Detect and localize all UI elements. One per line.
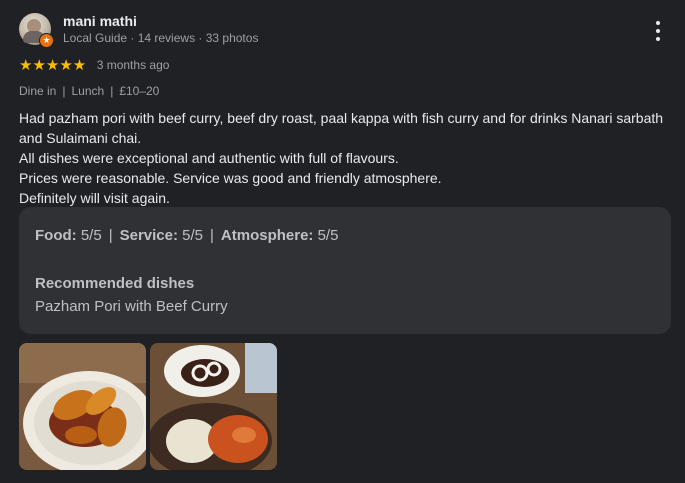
review-photo-2[interactable] — [150, 343, 277, 470]
service-type: Dine in — [19, 84, 57, 98]
reviewer-name[interactable]: mani mathi — [63, 13, 137, 29]
review-line: Definitely will visit again. — [19, 190, 170, 206]
user-avatar[interactable]: ★ — [19, 13, 54, 48]
review-text: Had pazham pori with beef curry, beef dr… — [19, 108, 669, 208]
local-guide-star-icon: ★ — [39, 33, 54, 48]
visit-meta: Dine in | Lunch | £10–20 — [19, 84, 159, 98]
review-line: Had pazham pori with beef curry, beef dr… — [19, 110, 664, 146]
atmosphere-label: Atmosphere: — [220, 227, 314, 244]
atmosphere-score: 5/5 — [317, 227, 339, 244]
recommended-dishes-title: Recommended dishes — [35, 275, 195, 292]
rating-row: ★★★★★ 3 months ago — [19, 56, 169, 74]
review-photo-1[interactable] — [19, 343, 146, 470]
food-label: Food: — [35, 227, 77, 244]
review-line: Prices were reasonable. Service was good… — [19, 170, 442, 186]
score-separator: | — [108, 227, 113, 244]
review-line: All dishes were exceptional and authenti… — [19, 150, 399, 166]
reviewer-stats: Local Guide · 14 reviews · 33 photos — [63, 31, 259, 45]
food-score: 5/5 — [80, 227, 102, 244]
more-options-icon[interactable] — [648, 19, 668, 43]
meal-type: Lunch — [71, 84, 105, 98]
star-rating: ★★★★★ — [19, 57, 87, 74]
service-score: 5/5 — [182, 227, 203, 244]
recommended-dish: Pazham Pori with Beef Curry — [35, 298, 228, 315]
price-range: £10–20 — [119, 84, 160, 98]
service-label: Service: — [119, 227, 178, 244]
meta-separator: | — [110, 84, 114, 98]
attribute-scores: Food: 5/5 | Service: 5/5 | Atmosphere: 5/5 — [35, 227, 338, 244]
review-header: ★ mani mathi Local Guide · 14 reviews · … — [19, 12, 669, 48]
score-separator: | — [210, 227, 214, 244]
meta-separator: | — [62, 84, 66, 98]
review-time: 3 months ago — [96, 58, 170, 72]
attributes-card: Food: 5/5 | Service: 5/5 | Atmosphere: 5/5 R… — [19, 207, 671, 334]
